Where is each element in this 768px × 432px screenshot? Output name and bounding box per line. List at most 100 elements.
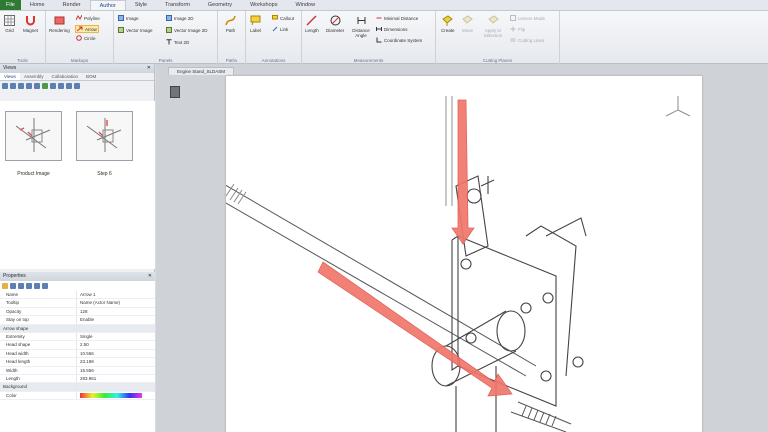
tab-transform[interactable]: Transform	[156, 0, 199, 10]
close-icon[interactable]: ✕	[147, 64, 151, 73]
property-row[interactable]: Extremity Single	[0, 332, 155, 342]
circle-button[interactable]: Circle	[76, 35, 96, 41]
property-value[interactable]	[76, 391, 155, 400]
flip-button[interactable]: Flip	[510, 26, 525, 32]
refresh-icon[interactable]	[18, 83, 24, 89]
property-value[interactable]: 10.556	[76, 349, 155, 358]
move-button[interactable]: Move	[462, 15, 473, 33]
property-value[interactable]: 15.556	[76, 366, 155, 374]
tab-geometry[interactable]: Geometry	[199, 0, 241, 10]
tab-workshops[interactable]: Workshops	[241, 0, 286, 10]
subtab-views[interactable]: Views	[0, 73, 20, 80]
vector-image-2d-button[interactable]: Vector Image 2D	[166, 27, 208, 33]
move-down-icon[interactable]	[58, 83, 64, 89]
tab-window[interactable]: Window	[286, 0, 324, 10]
arrow-button[interactable]: Arrow	[75, 25, 99, 33]
callout-button[interactable]: Callout	[272, 15, 294, 21]
create-button[interactable]: Create	[441, 15, 455, 33]
property-key: Opacity	[6, 308, 22, 314]
property-row[interactable]: Width 15.556	[0, 366, 155, 375]
assembly-drawing[interactable]	[185, 76, 702, 432]
property-row[interactable]: Name Arrow 1	[0, 291, 155, 300]
axis-triad-icon[interactable]	[665, 96, 691, 117]
page-icon[interactable]	[170, 86, 180, 98]
copy-icon[interactable]	[34, 283, 40, 289]
group-panels: Image Vector Image Image 2D Vector Image…	[114, 11, 218, 64]
viewport[interactable]: Engine Stand_SLDASM	[156, 64, 768, 432]
delete-icon[interactable]	[34, 83, 40, 89]
property-value[interactable]: Name (Actor Name)	[76, 299, 155, 307]
property-key: Stay on top	[6, 317, 29, 323]
diameter-button[interactable]: Diameter	[326, 15, 344, 33]
mark-icon[interactable]	[42, 83, 48, 89]
camera-icon[interactable]	[2, 83, 8, 89]
property-row[interactable]: Head length 23.198	[0, 358, 155, 367]
magnet-button[interactable]: Magnet	[23, 15, 38, 33]
pick-icon[interactable]	[42, 283, 48, 289]
subtab-assembly[interactable]: Assembly	[20, 73, 48, 80]
distance-angle-button[interactable]: Distance Angle	[348, 15, 374, 38]
property-row[interactable]: Opacity 128	[0, 307, 155, 317]
group-tools: Grid Magnet Tools	[0, 11, 46, 64]
arrow-icon	[77, 26, 83, 32]
property-value[interactable]: 293.961	[76, 374, 155, 383]
sort-icon[interactable]	[10, 283, 16, 289]
property-value[interactable]: Arrow 1	[76, 291, 155, 299]
polyline-button[interactable]: Polyline	[76, 15, 100, 21]
dimensions-button[interactable]: Dimensions	[376, 26, 408, 32]
color-swatch[interactable]	[80, 393, 142, 398]
tab-home[interactable]: Home	[21, 0, 54, 10]
subtab-collaboration[interactable]: Collaboration	[47, 73, 82, 80]
property-key: Head length	[6, 359, 31, 365]
ungroup-icon[interactable]	[74, 83, 80, 89]
settings-icon[interactable]	[2, 283, 8, 289]
tab-file[interactable]: File	[0, 0, 21, 10]
property-row[interactable]: Head shape 2.50	[0, 341, 155, 350]
document-tab[interactable]: Engine Stand_SLDASM	[168, 67, 235, 75]
path-button[interactable]: Path	[225, 15, 236, 33]
property-value[interactable]: 128	[76, 307, 155, 316]
tab-author[interactable]: Author	[89, 0, 126, 10]
category-icon[interactable]	[18, 283, 24, 289]
property-key: Name	[6, 292, 19, 297]
cutting-lines-button[interactable]: Cutting Lines	[510, 37, 544, 43]
coordinate-system-button[interactable]: Coordinate System	[376, 37, 422, 43]
group-icon[interactable]	[66, 83, 72, 89]
rendering-button[interactable]: Rendering	[49, 15, 70, 33]
drawing-sheet[interactable]	[185, 76, 702, 432]
property-key: Length	[6, 375, 20, 381]
property-value[interactable]: Single	[76, 332, 155, 341]
subtab-bom[interactable]: BOM	[82, 73, 100, 80]
paste-icon[interactable]	[26, 83, 32, 89]
image-button[interactable]: Image	[118, 15, 139, 21]
move-up-icon[interactable]	[50, 83, 56, 89]
view-thumbnail-step-6[interactable]	[76, 111, 133, 161]
view-thumbnail-product-image[interactable]	[5, 111, 62, 161]
text-2d-button[interactable]: Text 2D	[166, 39, 189, 45]
tab-style[interactable]: Style	[126, 0, 156, 10]
grid-button[interactable]: Grid	[4, 15, 15, 33]
properties-panel: Properties ✕ Name Arrow 1 Tooltip Name (Act…	[0, 272, 155, 432]
tab-render[interactable]: Render	[54, 0, 90, 10]
group-cutting-planes: Create Move Apply to Selection Lesson Mo…	[436, 11, 560, 64]
image-2d-button[interactable]: Image 2D	[166, 15, 194, 21]
link-button[interactable]: Link	[272, 26, 288, 32]
link-icon[interactable]	[26, 283, 32, 289]
property-row[interactable]: Stay on top Enable	[0, 316, 155, 325]
close-icon[interactable]: ✕	[148, 272, 152, 281]
property-row[interactable]: Tooltip Name (Actor Name)	[0, 299, 155, 308]
property-row[interactable]: Length 293.961	[0, 374, 155, 384]
apply-to-selection-button[interactable]: Apply to Selection	[480, 15, 506, 38]
minimal-distance-button[interactable]: Minimal Distance	[376, 15, 418, 21]
property-value[interactable]: Enable	[76, 316, 155, 324]
length-button[interactable]: Length	[305, 15, 319, 33]
property-row[interactable]: Color	[0, 391, 155, 401]
property-row[interactable]: Head width 10.556	[0, 349, 155, 359]
property-value[interactable]: 23.198	[76, 358, 155, 366]
label-button[interactable]: Label	[250, 15, 261, 33]
property-value[interactable]: 2.50	[76, 341, 155, 349]
grid-icon	[4, 15, 15, 26]
zoom-icon[interactable]	[10, 83, 16, 89]
lesson-mode-button[interactable]: Lesson Mode	[510, 15, 545, 21]
vector-image-button[interactable]: Vector Image	[118, 27, 153, 33]
